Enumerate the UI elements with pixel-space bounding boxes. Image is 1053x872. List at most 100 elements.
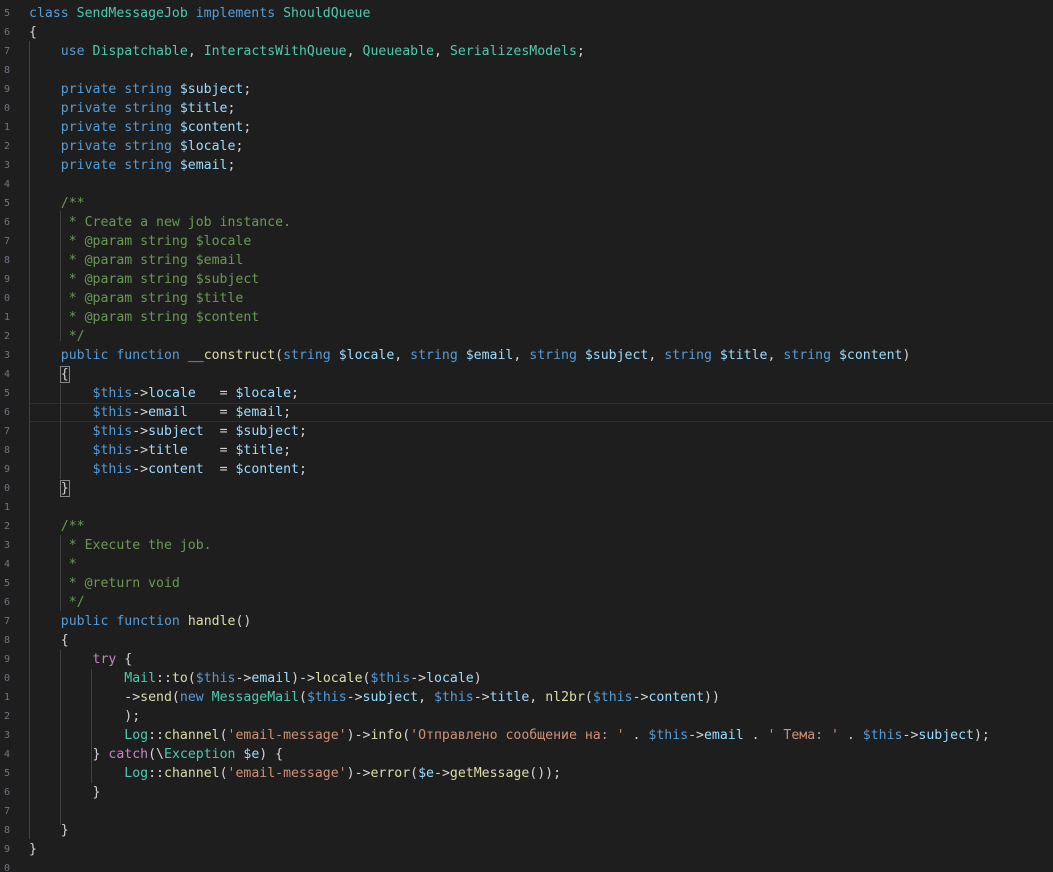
code-token: new <box>179 690 212 705</box>
code-line[interactable]: private string $title; <box>29 99 236 118</box>
code-editor[interactable]: 5678901234567890123456789012345678901234… <box>0 0 1053 872</box>
code-token: . <box>838 728 863 743</box>
code-token: string <box>124 120 180 135</box>
code-token: $title <box>719 348 768 363</box>
code-line[interactable]: private string $subject; <box>29 80 252 99</box>
code-token: function <box>116 614 188 629</box>
code-line[interactable]: * <box>29 555 77 574</box>
code-line[interactable]: * @return void <box>29 574 180 593</box>
code-line[interactable]: $this->locale = $locale; <box>29 384 299 403</box>
code-token: . <box>624 728 649 743</box>
code-token: , <box>346 44 363 59</box>
code-line[interactable]: */ <box>29 327 85 346</box>
code-line[interactable]: private string $content; <box>29 118 252 137</box>
code-token: $content <box>179 120 244 135</box>
code-line[interactable]: ); <box>29 707 140 726</box>
code-line[interactable]: { <box>29 631 69 650</box>
code-line[interactable]: $this->content = $content; <box>29 460 307 479</box>
code-token: -> <box>632 690 649 705</box>
code-token: { <box>29 25 37 40</box>
code-line[interactable]: * @param string $subject <box>29 270 260 289</box>
code-line[interactable]: Log::channel('email-message')->error($e-… <box>29 764 561 783</box>
code-line[interactable]: } <box>29 479 70 498</box>
code-token: $this <box>92 386 133 401</box>
code-line[interactable]: public function handle() <box>29 612 252 631</box>
code-line[interactable]: { <box>29 23 37 42</box>
code-token: -> <box>346 690 363 705</box>
code-line[interactable]: $this->title = $title; <box>29 441 292 460</box>
code-line[interactable]: * Create a new job instance. <box>29 213 291 232</box>
code-token: -> <box>132 405 149 420</box>
code-line[interactable]: Mail::to($this->email)->locale($this->lo… <box>29 669 481 688</box>
code-line[interactable]: ->send(new MessageMail($this->subject, $… <box>29 688 720 707</box>
code-line[interactable]: } <box>29 783 101 802</box>
code-area[interactable]: class SendMessageJob implements ShouldQu… <box>0 0 1053 872</box>
code-token: $this <box>92 424 133 439</box>
code-line[interactable]: } <box>29 840 37 859</box>
code-line[interactable]: */ <box>29 593 85 612</box>
code-token: { <box>124 652 133 667</box>
code-token: -> <box>688 728 704 743</box>
code-token: email <box>148 405 188 420</box>
code-token: private <box>29 101 125 116</box>
code-line[interactable]: } catch(\Exception $e) { <box>29 745 284 764</box>
code-line[interactable]: private string $locale; <box>29 137 244 156</box>
code-token: ( <box>584 690 593 705</box>
code-token: $content <box>838 348 903 363</box>
code-token: -> <box>410 671 427 686</box>
code-token: $e <box>243 747 260 762</box>
code-line[interactable]: /** <box>29 517 85 536</box>
code-line[interactable]: * @param string $locale <box>29 232 252 251</box>
code-token: ( <box>171 690 180 705</box>
code-line[interactable]: * Execute the job. <box>29 536 212 555</box>
code-token: function <box>116 348 188 363</box>
code-token: subject <box>148 424 204 439</box>
code-token: , <box>433 44 450 59</box>
code-token: -> <box>902 728 919 743</box>
code-line[interactable]: public function __construct(string $loca… <box>29 346 911 365</box>
code-token: MessageMail <box>211 690 299 705</box>
code-token: $this <box>92 405 133 420</box>
code-token: $subject <box>584 348 649 363</box>
code-line[interactable]: * @param string $title <box>29 289 244 308</box>
code-token: { <box>59 366 70 383</box>
code-token: $title <box>179 101 228 116</box>
code-token: /** <box>29 196 85 211</box>
code-token: $locale <box>338 348 395 363</box>
code-token: = <box>187 443 236 458</box>
code-token: ' Тема: ' <box>767 728 839 743</box>
code-token: Log <box>124 766 149 781</box>
code-token: */ <box>29 595 85 610</box>
code-token: () <box>235 614 252 629</box>
code-line[interactable]: try { <box>29 650 133 669</box>
code-line[interactable]: /** <box>29 194 85 213</box>
code-token: -> <box>132 424 149 439</box>
code-token: public <box>29 614 117 629</box>
code-token: * @return void <box>29 576 180 591</box>
code-line[interactable]: use Dispatchable, InteractsWithQueue, Qu… <box>29 42 585 61</box>
code-token: )-> <box>346 728 371 743</box>
code-token: catch <box>108 747 149 762</box>
code-line[interactable]: Log::channel('email-message')->info('Отп… <box>29 726 990 745</box>
code-token: class <box>29 6 77 21</box>
code-token: , <box>648 348 665 363</box>
code-token: to <box>171 671 188 686</box>
code-token: ShouldQueue <box>283 6 371 21</box>
code-token: ( <box>219 766 228 781</box>
code-token: channel <box>164 728 220 743</box>
code-token: ) { <box>259 747 284 762</box>
code-token: private <box>29 82 125 97</box>
code-line[interactable]: class SendMessageJob implements ShouldQu… <box>29 4 370 23</box>
code-line[interactable]: $this->email = $email; <box>29 403 292 422</box>
code-line[interactable]: } <box>29 821 69 840</box>
code-line[interactable]: private string $email; <box>29 156 236 175</box>
code-line[interactable]: { <box>29 365 70 384</box>
code-line[interactable]: * @param string $content <box>29 308 260 327</box>
code-line[interactable]: * @param string $email <box>29 251 244 270</box>
code-token: ; <box>227 101 236 116</box>
code-token: $locale <box>179 139 236 154</box>
code-line[interactable]: $this->subject = $subject; <box>29 422 307 441</box>
code-token: )-> <box>291 671 315 686</box>
